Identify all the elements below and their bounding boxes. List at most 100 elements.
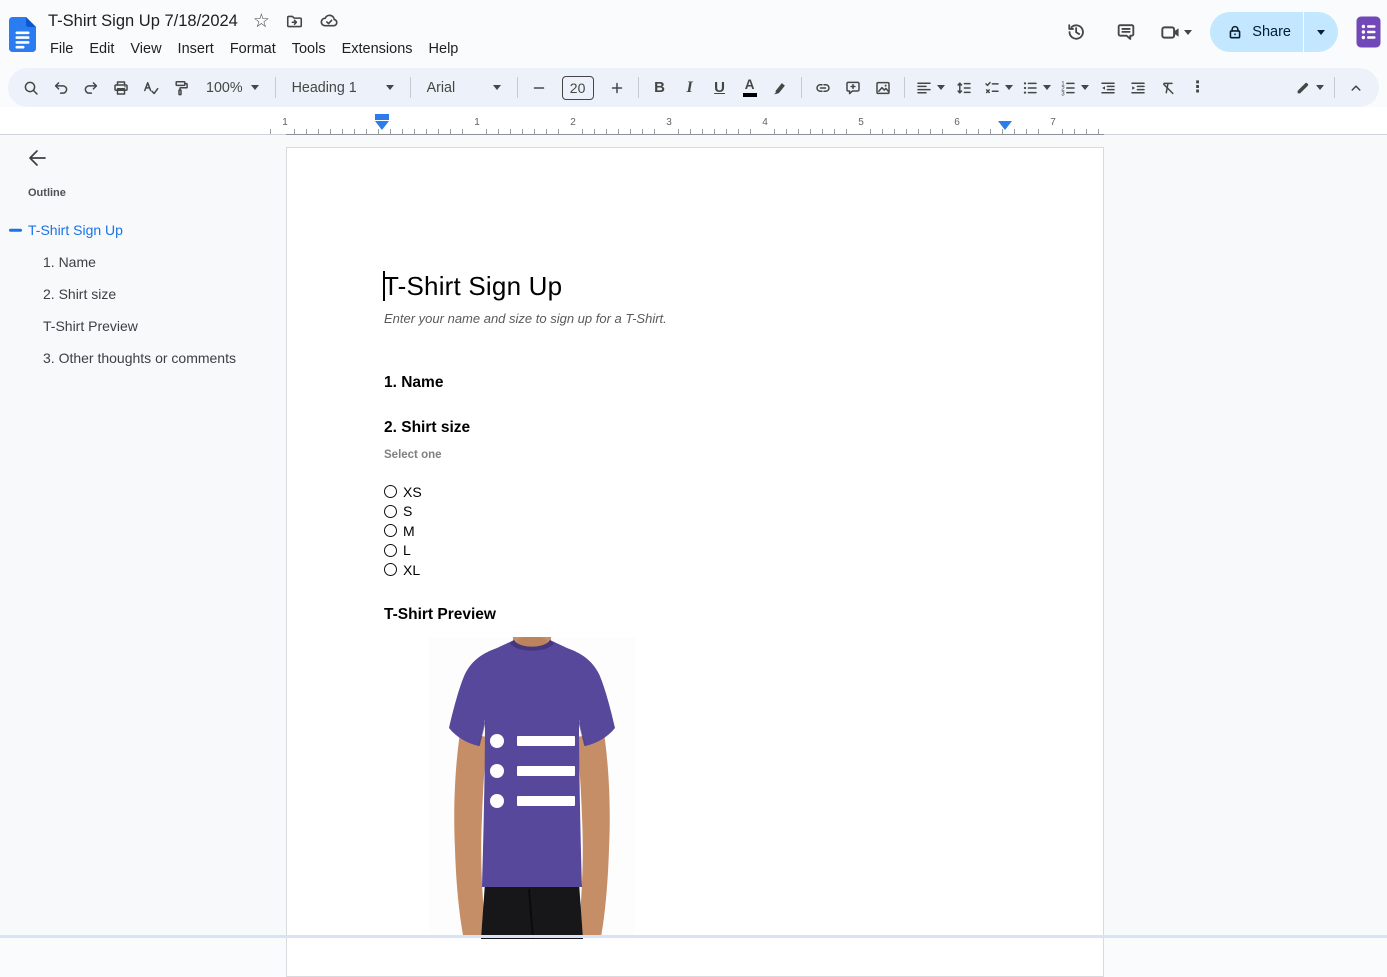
- paint-format-icon[interactable]: [167, 73, 195, 103]
- radio-circle-icon[interactable]: [384, 485, 397, 498]
- join-video-call-button[interactable]: [1155, 21, 1196, 44]
- ruler-tick: [294, 129, 295, 134]
- radio-circle-icon[interactable]: [384, 505, 397, 518]
- editing-mode-icon[interactable]: [1291, 73, 1327, 103]
- undo-icon[interactable]: [47, 73, 75, 103]
- doc-subtitle-text[interactable]: Enter your name and size to sign up for …: [384, 311, 667, 326]
- toolbar-divider: [904, 77, 905, 98]
- font-size-decrease-icon[interactable]: [525, 73, 553, 103]
- toolbar-divider: [410, 77, 411, 98]
- ruler-tick: [1062, 129, 1063, 134]
- menu-tools[interactable]: Tools: [284, 37, 334, 61]
- ruler-number: 6: [954, 117, 960, 128]
- outline-item-t-shirt-preview[interactable]: T-Shirt Preview: [0, 310, 272, 342]
- increase-indent-icon[interactable]: [1124, 73, 1152, 103]
- outline-item-3-other-thoughts-or-comments[interactable]: 3. Other thoughts or comments: [0, 342, 272, 374]
- ruler-tick: [486, 129, 487, 134]
- radio-circle-icon[interactable]: [384, 524, 397, 537]
- font-size-input[interactable]: 20: [555, 73, 601, 103]
- ruler-tick: [678, 129, 679, 134]
- font-select[interactable]: Arial: [418, 73, 510, 103]
- redo-icon[interactable]: [77, 73, 105, 103]
- underline-icon[interactable]: U: [706, 73, 734, 103]
- outline-item-1-name[interactable]: 1. Name: [0, 246, 272, 278]
- menu-format[interactable]: Format: [222, 37, 284, 61]
- italic-icon[interactable]: I: [676, 73, 704, 103]
- text-color-icon[interactable]: A: [736, 73, 764, 103]
- document-title[interactable]: T-Shirt Sign Up 7/18/2024: [48, 12, 238, 31]
- ruler-tick: [378, 129, 379, 134]
- outline-item-2-shirt-size[interactable]: 2. Shirt size: [0, 278, 272, 310]
- google-docs-logo-icon[interactable]: [9, 17, 36, 52]
- ruler-tick: [582, 129, 583, 134]
- clear-formatting-icon[interactable]: [1154, 73, 1182, 103]
- more-options-icon[interactable]: ⋮: [1184, 73, 1212, 103]
- outline-item-t-shirt-sign-up[interactable]: T-Shirt Sign Up: [0, 214, 272, 246]
- menu-insert[interactable]: Insert: [170, 37, 222, 61]
- menu-view[interactable]: View: [122, 37, 169, 61]
- highlight-color-icon[interactable]: [766, 73, 794, 103]
- ruler-tick: [714, 129, 715, 134]
- ruler-tick: [498, 129, 499, 134]
- ruler-tick: [306, 129, 307, 134]
- checklist-icon[interactable]: [980, 73, 1016, 103]
- move-to-folder-icon[interactable]: [285, 12, 304, 31]
- share-options-caret[interactable]: [1303, 12, 1338, 52]
- first-line-indent-marker[interactable]: [375, 114, 389, 120]
- decrease-indent-icon[interactable]: [1094, 73, 1122, 103]
- close-outline-back-arrow-icon[interactable]: [25, 146, 49, 170]
- share-button[interactable]: Share: [1210, 12, 1303, 52]
- ruler-tick: [1014, 129, 1015, 134]
- doc-heading-name[interactable]: 1. Name: [384, 374, 443, 392]
- collapse-toolbar-icon[interactable]: [1342, 73, 1370, 103]
- doc-heading-preview[interactable]: T-Shirt Preview: [384, 606, 496, 624]
- share-button-label: Share: [1252, 24, 1291, 40]
- line-spacing-icon[interactable]: [950, 73, 978, 103]
- ruler-tick: [882, 129, 883, 134]
- radio-circle-icon[interactable]: [384, 563, 397, 576]
- cloud-saved-icon[interactable]: [319, 11, 339, 31]
- ruler-tick: [846, 129, 847, 134]
- menu-help[interactable]: Help: [421, 37, 467, 61]
- open-comments-icon[interactable]: [1105, 11, 1147, 53]
- align-icon[interactable]: [912, 73, 948, 103]
- size-option-row-m: M: [384, 521, 422, 541]
- ruler-tick: [966, 129, 967, 134]
- bold-icon[interactable]: B: [646, 73, 674, 103]
- insert-image-icon[interactable]: [869, 73, 897, 103]
- forms-app-icon[interactable]: [1356, 16, 1381, 48]
- outline-item-label: 2. Shirt size: [43, 286, 116, 302]
- add-comment-icon[interactable]: [839, 73, 867, 103]
- print-icon[interactable]: [107, 73, 135, 103]
- document-page[interactable]: T-Shirt Sign Up Enter your name and size…: [286, 147, 1104, 977]
- tshirt-preview-image[interactable]: [429, 637, 635, 939]
- insert-link-icon[interactable]: [809, 73, 837, 103]
- ruler-tick: [630, 129, 631, 134]
- size-options-list: XSSMLXL: [384, 482, 422, 580]
- menu-extensions[interactable]: Extensions: [334, 37, 421, 61]
- right-indent-marker[interactable]: [998, 121, 1012, 130]
- numbered-list-icon[interactable]: 123: [1056, 73, 1092, 103]
- version-history-icon[interactable]: [1055, 11, 1097, 53]
- doc-heading-shirt-size[interactable]: 2. Shirt size: [384, 419, 470, 437]
- doc-heading-title[interactable]: T-Shirt Sign Up: [383, 271, 562, 302]
- ruler-tick: [438, 129, 439, 134]
- star-icon[interactable]: ☆: [253, 12, 270, 31]
- font-size-increase-icon[interactable]: [603, 73, 631, 103]
- menu-file[interactable]: File: [42, 37, 81, 61]
- ruler-tick: [510, 129, 511, 134]
- menu-edit[interactable]: Edit: [81, 37, 122, 61]
- video-call-caret-icon[interactable]: [1184, 30, 1192, 35]
- ruler-tick: [750, 129, 751, 134]
- spellcheck-icon[interactable]: [137, 73, 165, 103]
- outline-heading: Outline: [28, 187, 66, 199]
- toolbar-divider: [275, 77, 276, 98]
- zoom-select[interactable]: 100%: [197, 73, 268, 103]
- ruler-tick: [390, 129, 391, 134]
- outline-list: T-Shirt Sign Up1. Name 2. Shirt size T-Shi…: [0, 214, 272, 374]
- styles-select[interactable]: Heading 1: [283, 73, 403, 103]
- ruler-tick: [774, 129, 775, 134]
- radio-circle-icon[interactable]: [384, 544, 397, 557]
- search-icon[interactable]: [17, 73, 45, 103]
- bulleted-list-icon[interactable]: [1018, 73, 1054, 103]
